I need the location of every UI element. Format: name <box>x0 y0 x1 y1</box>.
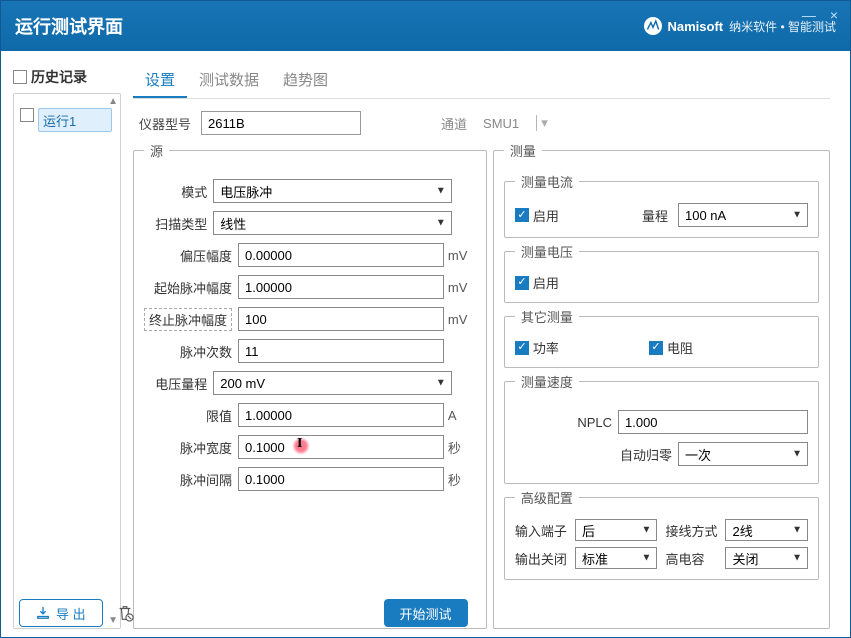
in-term-select[interactable]: ▼ <box>575 519 658 541</box>
count-input[interactable] <box>238 339 444 363</box>
nplc-label: NPLC <box>577 415 612 430</box>
source-column: 源 模式 ▼ 扫描类型 ▼ 偏压幅度 mV 起始脉冲幅度 mV <box>133 141 487 629</box>
window-controls: — × <box>802 7 838 23</box>
mode-label: 模式 <box>144 182 207 201</box>
current-enable-checkbox[interactable]: ✓启用 <box>515 206 559 225</box>
top-row: 仪器型号 通道 SMU1 │▾ <box>133 99 830 141</box>
measure-other-legend: 其它测量 <box>515 307 579 326</box>
stop-unit: mV <box>448 312 476 327</box>
measure-column: 测量 测量电流 ✓启用 量程 ▼ 测量电压 <box>493 141 830 629</box>
measure-voltage-group: 测量电压 ✓启用 <box>504 242 819 303</box>
bottom-bar: 导 出 开始测试 <box>19 599 832 627</box>
advanced-group: 高级配置 输入端子 ▼ 接线方式 ▼ 输出关闭 ▼ 高电容 ▼ <box>504 488 819 580</box>
source-legend: 源 <box>144 141 169 160</box>
scan-type-select[interactable]: ▼ <box>213 211 452 235</box>
pwidth-unit: 秒 <box>448 438 476 457</box>
download-icon <box>36 606 50 620</box>
measure-current-group: 测量电流 ✓启用 量程 ▼ <box>504 172 819 238</box>
right-column: 设置 测试数据 趋势图 仪器型号 通道 SMU1 │▾ 源 模式 ▼ <box>121 59 830 629</box>
titlebar: 运行测试界面 Namisoft 纳米软件 • 智能测试 — × <box>1 1 850 51</box>
scan-type-label: 扫描类型 <box>144 214 207 233</box>
pwidth-input[interactable] <box>238 435 444 459</box>
body: ✓ 历史记录 ▲ ✓ 运行1 ▼ 设置 测试数据 趋势图 仪器型号 <box>1 51 850 637</box>
measure-other-group: 其它测量 ✓功率 ✓电阻 <box>504 307 819 368</box>
pgap-label: 脉冲间隔 <box>144 470 232 489</box>
bias-input[interactable] <box>238 243 444 267</box>
source-group: 源 模式 ▼ 扫描类型 ▼ 偏压幅度 mV 起始脉冲幅度 mV <box>133 141 487 629</box>
tabs: 设置 测试数据 趋势图 <box>133 63 830 99</box>
pwidth-label: 脉冲宽度 <box>144 438 232 457</box>
measure-group: 测量 测量电流 ✓启用 量程 ▼ 测量电压 <box>493 141 830 629</box>
limit-label: 限值 <box>144 406 232 425</box>
stop-input[interactable] <box>238 307 444 331</box>
current-range-select[interactable]: ▼ <box>678 203 808 227</box>
wiring-select[interactable]: ▼ <box>725 519 808 541</box>
pgap-input[interactable] <box>238 467 444 491</box>
measure-speed-group: 测量速度 NPLC 自动归零 ▼ <box>504 372 819 484</box>
panels: 源 模式 ▼ 扫描类型 ▼ 偏压幅度 mV 起始脉冲幅度 mV <box>133 141 830 629</box>
measure-voltage-legend: 测量电压 <box>515 242 579 261</box>
history-title: 历史记录 <box>31 67 87 87</box>
channel-label: 通道 <box>441 114 467 133</box>
history-checkbox[interactable]: ✓ <box>13 70 27 84</box>
power-checkbox[interactable]: ✓功率 <box>515 338 559 357</box>
minimize-button[interactable]: — <box>802 7 816 23</box>
history-item-selected[interactable]: 运行1 <box>38 108 112 132</box>
stop-label: 终止脉冲幅度 <box>144 308 232 331</box>
out-off-label: 输出关闭 <box>515 549 567 568</box>
autozero-select[interactable]: ▼ <box>678 442 808 466</box>
bias-label: 偏压幅度 <box>144 246 232 265</box>
wiring-label: 接线方式 <box>665 521 717 540</box>
model-label: 仪器型号 <box>139 114 191 133</box>
vrange-select[interactable]: ▼ <box>213 371 452 395</box>
voltage-enable-checkbox[interactable]: ✓启用 <box>515 273 559 292</box>
out-off-select[interactable]: ▼ <box>575 547 658 569</box>
measure-legend: 测量 <box>504 141 542 160</box>
start-unit: mV <box>448 280 476 295</box>
trash-icon <box>116 604 134 622</box>
tab-test-data[interactable]: 测试数据 <box>187 63 271 98</box>
history-header: ✓ 历史记录 <box>13 67 121 87</box>
resistance-checkbox[interactable]: ✓电阻 <box>649 338 693 357</box>
tab-trend-chart[interactable]: 趋势图 <box>271 63 340 98</box>
start-label: 起始脉冲幅度 <box>144 278 232 297</box>
left-column: ✓ 历史记录 ▲ ✓ 运行1 ▼ <box>9 59 121 629</box>
vrange-label: 电压量程 <box>144 374 207 393</box>
model-input[interactable] <box>201 111 361 135</box>
history-item-label: 运行1 <box>43 111 76 130</box>
advanced-legend: 高级配置 <box>515 488 579 507</box>
start-input[interactable] <box>238 275 444 299</box>
namisoft-logo <box>644 17 662 35</box>
limit-unit: A <box>448 408 476 423</box>
in-term-label: 输入端子 <box>515 521 567 540</box>
export-button[interactable]: 导 出 <box>19 599 103 627</box>
autozero-label: 自动归零 <box>620 445 672 464</box>
brand-name: Namisoft <box>668 19 724 34</box>
close-button[interactable]: × <box>830 7 838 23</box>
limit-input[interactable] <box>238 403 444 427</box>
hicap-select[interactable]: ▼ <box>725 547 808 569</box>
pgap-unit: 秒 <box>448 470 476 489</box>
count-label: 脉冲次数 <box>144 342 232 361</box>
scroll-up-icon[interactable]: ▲ <box>108 96 118 107</box>
nplc-input[interactable] <box>618 410 808 434</box>
mode-select[interactable]: ▼ <box>213 179 452 203</box>
current-range-label: 量程 <box>642 206 668 225</box>
hicap-label: 高电容 <box>665 549 717 568</box>
channel-dropdown-icon[interactable]: │▾ <box>533 115 548 131</box>
app-window: 运行测试界面 Namisoft 纳米软件 • 智能测试 — × ✓ 历史记录 ▲… <box>0 0 851 638</box>
delete-button[interactable] <box>115 602 135 624</box>
tab-settings[interactable]: 设置 <box>133 63 187 98</box>
channel-value: SMU1 <box>483 116 519 131</box>
window-title: 运行测试界面 <box>15 13 644 39</box>
measure-speed-legend: 测量速度 <box>515 372 579 391</box>
start-test-button[interactable]: 开始测试 <box>383 599 467 627</box>
history-item-checkbox[interactable]: ✓ <box>20 108 34 122</box>
bias-unit: mV <box>448 248 476 263</box>
measure-current-legend: 测量电流 <box>515 172 579 191</box>
history-list: ▲ ✓ 运行1 ▼ <box>13 93 121 629</box>
